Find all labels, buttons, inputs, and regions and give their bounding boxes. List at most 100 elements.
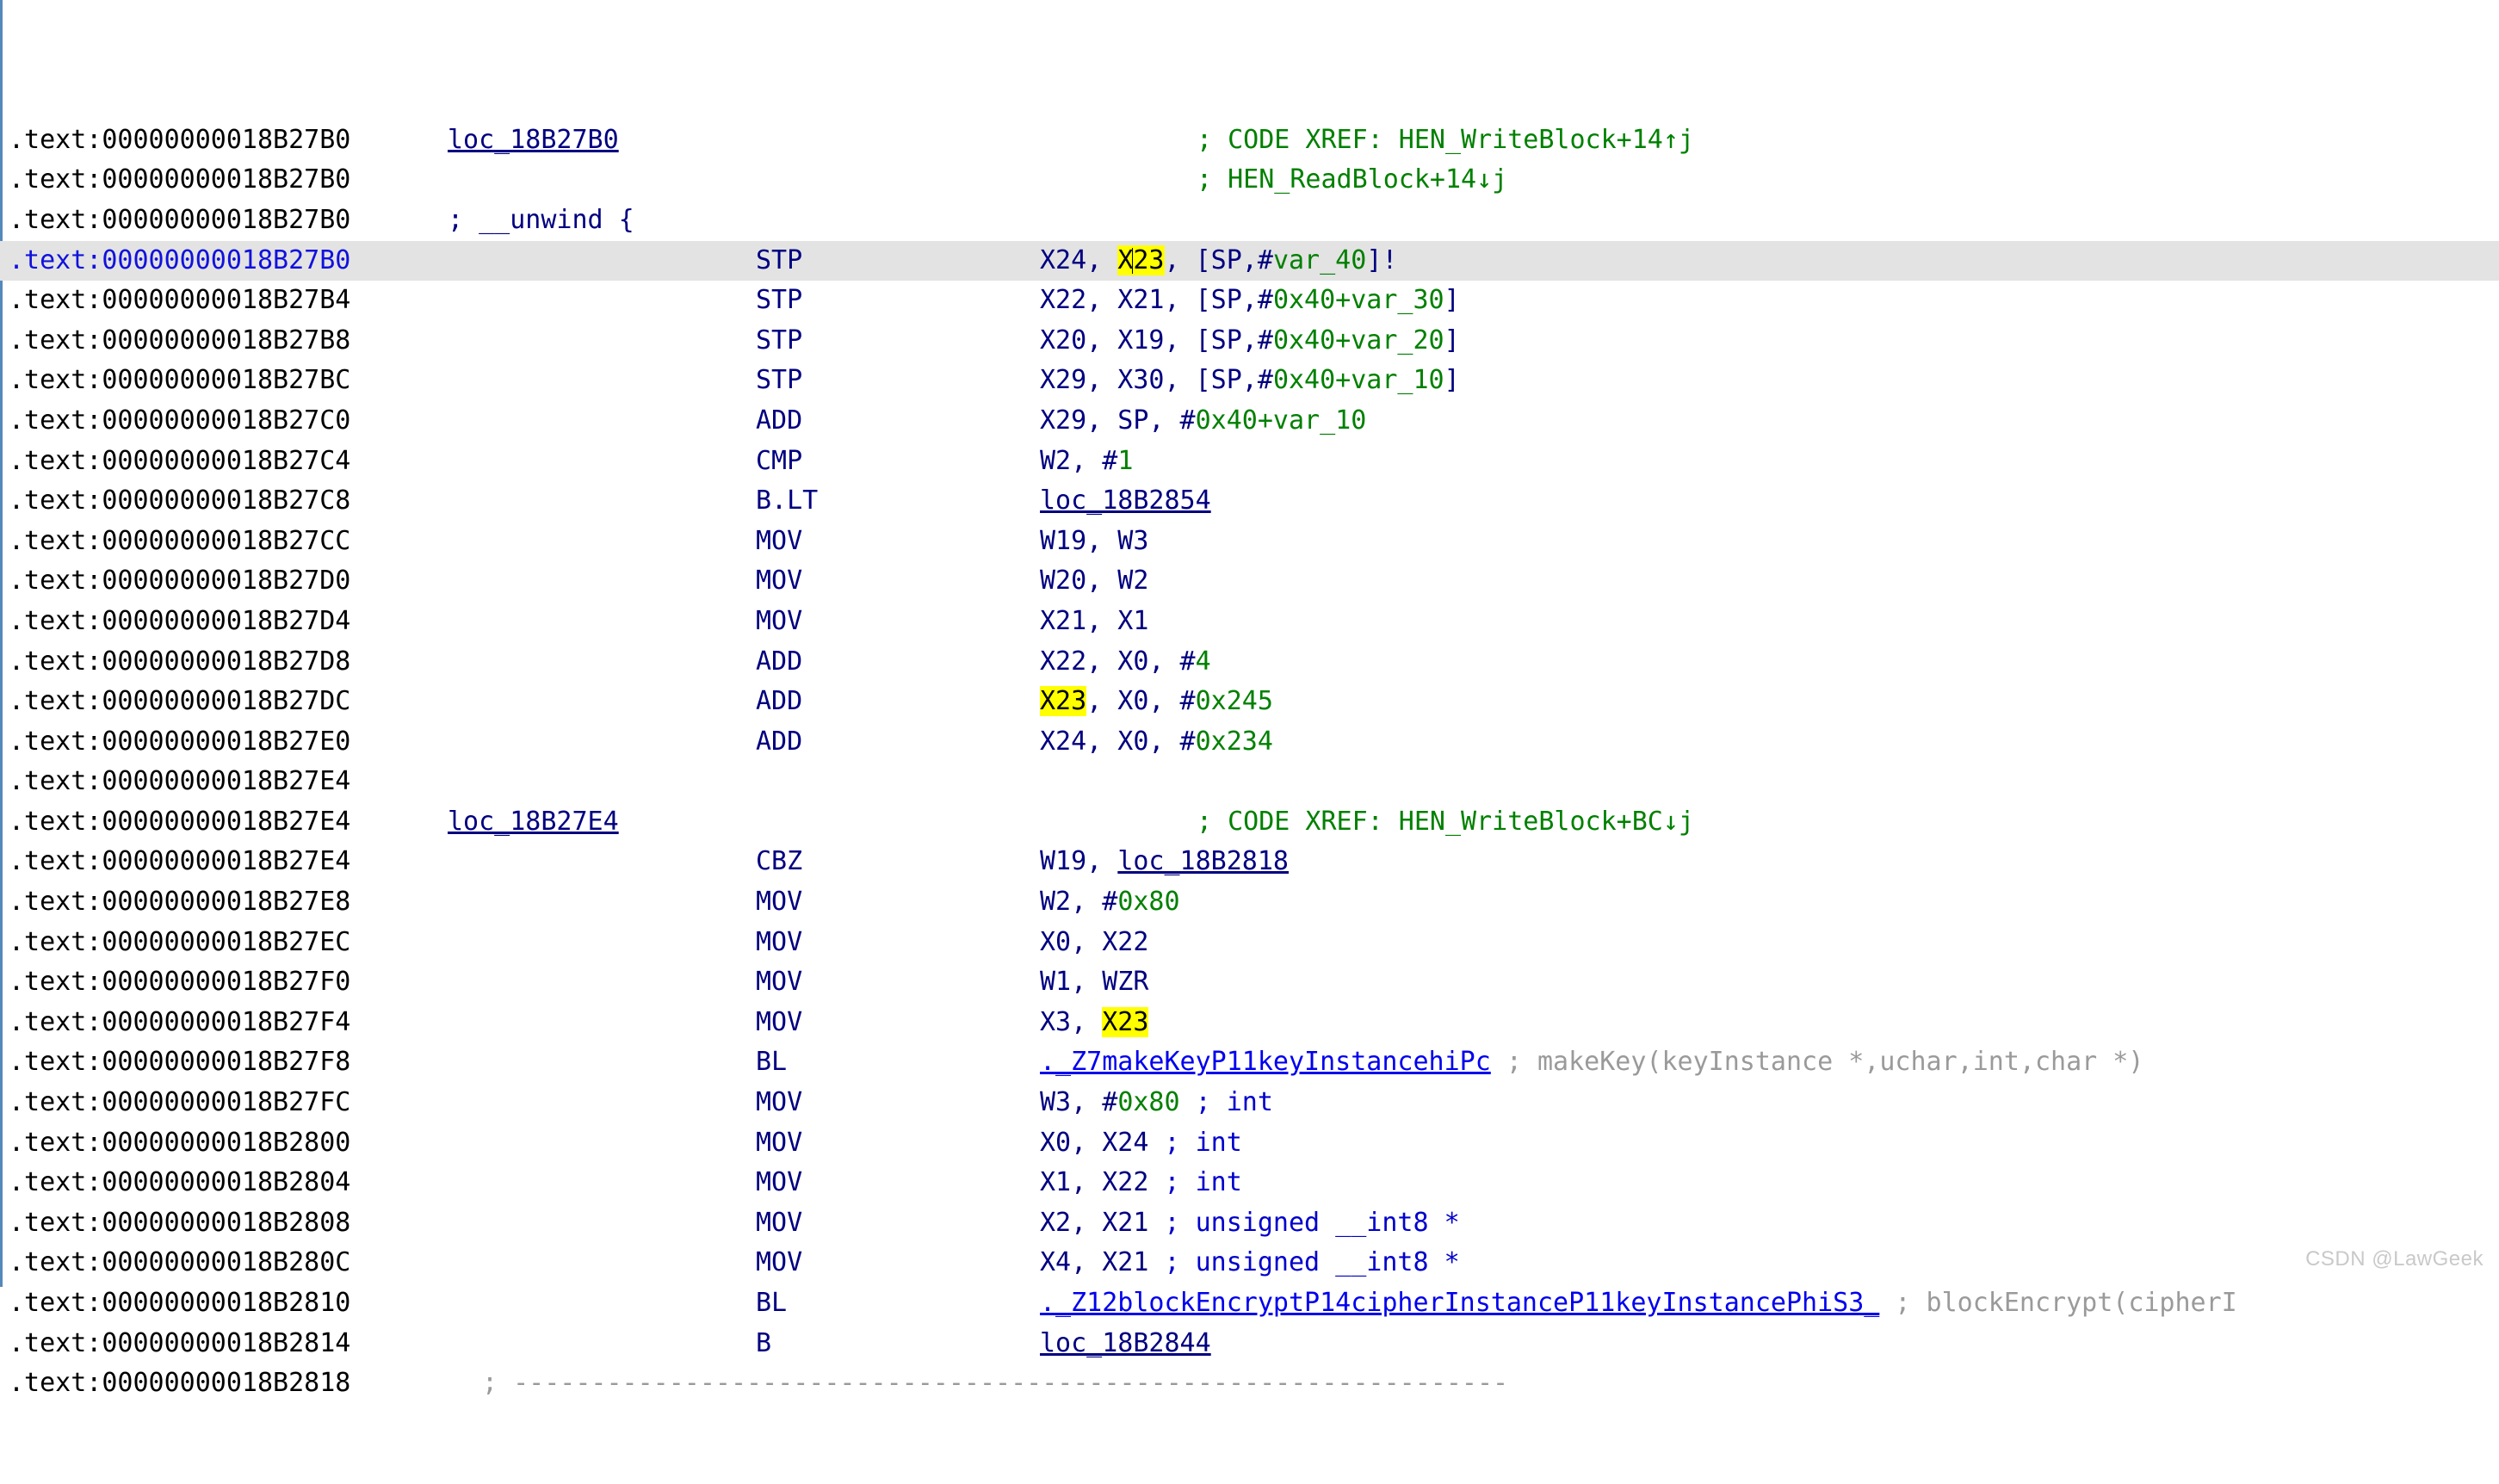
instruction-mnemonic[interactable]: ADD (756, 642, 802, 683)
disasm-line[interactable]: .text:00000000018B27B4 STP X22, X21, [SP,#… (0, 281, 2499, 321)
disasm-line[interactable]: .text:00000000018B27D0MOVW20, W2 (0, 561, 2499, 602)
branch-target-link[interactable]: loc_18B2818 (1117, 846, 1289, 876)
instruction-mnemonic[interactable]: STP (756, 281, 802, 321)
instruction-operands[interactable]: X22, X0, #4 (1040, 642, 1211, 683)
instruction-operands[interactable]: W1, WZR (1040, 962, 1148, 1003)
line-address: .text:00000000018B2804 (9, 1163, 429, 1203)
instruction-mnemonic[interactable]: MOV (756, 522, 802, 562)
instruction-mnemonic[interactable]: MOV (756, 1243, 802, 1283)
instruction-operands[interactable]: X0, X24 ; int (1040, 1123, 1242, 1164)
disasm-line[interactable]: .text:00000000018B27DCADDX23, X0, #0x245 (0, 682, 2499, 722)
disasm-line[interactable]: .text:00000000018B280CMOVX4, X21 ; unsig… (0, 1243, 2499, 1283)
disasm-line[interactable]: .text:00000000018B27E4loc_18B27E4; CODE … (0, 802, 2499, 843)
instruction-operands[interactable]: X1, X22 ; int (1040, 1163, 1242, 1203)
operand-text: W2, # (1040, 887, 1117, 917)
instruction-operands[interactable]: X23, X0, #0x245 (1040, 682, 1273, 722)
disasm-line[interactable]: .text:00000000018B2810BL._Z12blockEncryp… (0, 1283, 2499, 1324)
line-address: .text:00000000018B27B4 (9, 281, 429, 321)
operand-text: X4, X21 (1040, 1247, 1148, 1277)
disasm-line[interactable]: .text:00000000018B2814Bloc_18B2844 (0, 1324, 2499, 1364)
instruction-operands[interactable]: X29, SP, #0x40+var_10 (1040, 401, 1366, 442)
instruction-mnemonic[interactable]: ADD (756, 722, 802, 763)
disasm-line[interactable]: .text:00000000018B2818; ----------------… (0, 1363, 2499, 1404)
instruction-operands[interactable]: X24, X0, #0x234 (1040, 722, 1273, 763)
instruction-operands[interactable]: loc_18B2844 (1040, 1324, 1211, 1364)
instruction-operands[interactable]: W3, #0x80 ; int (1040, 1083, 1273, 1123)
instruction-operands[interactable]: X2, X21 ; unsigned __int8 * (1040, 1203, 1460, 1244)
instruction-mnemonic[interactable]: MOV (756, 1123, 802, 1164)
disasm-line[interactable]: .text:00000000018B27B0; __unwind { (0, 201, 2499, 241)
instruction-operands[interactable]: X22, X21, [SP,#0x40+var_30] (1040, 281, 1460, 321)
symbol-link[interactable]: ._Z7makeKeyP11keyInstancehiPc (1040, 1047, 1491, 1077)
disasm-line[interactable]: .text:00000000018B27F0MOVW1, WZR (0, 962, 2499, 1003)
code-label[interactable]: loc_18B27E4 (448, 802, 619, 843)
disasm-line[interactable]: .text:00000000018B27E4CBZW19, loc_18B281… (0, 842, 2499, 882)
instruction-mnemonic[interactable]: MOV (756, 1083, 802, 1123)
disasm-line[interactable]: .text:00000000018B27FCMOVW3, #0x80 ; int (0, 1083, 2499, 1123)
disassembly-view[interactable]: .text:00000000018B27B0loc_18B27B0; CODE … (0, 0, 2499, 1287)
disasm-line[interactable]: .text:00000000018B27E0ADDX24, X0, #0x234 (0, 722, 2499, 763)
branch-target-link[interactable]: loc_18B2854 (1040, 485, 1211, 516)
instruction-mnemonic[interactable]: STP (756, 361, 802, 401)
instruction-mnemonic[interactable]: MOV (756, 962, 802, 1003)
disasm-line[interactable]: .text:00000000018B27F8BL._Z7makeKeyP11ke… (0, 1042, 2499, 1083)
disasm-line[interactable]: .text:00000000018B2800MOVX0, X24 ; int (0, 1123, 2499, 1164)
line-address: .text:00000000018B27F4 (9, 1003, 429, 1043)
line-address: .text:00000000018B27B0 (9, 121, 429, 161)
disasm-line[interactable]: .text:00000000018B27F4 MOV X3, X23 (0, 1003, 2499, 1043)
instruction-operands[interactable]: X0, X22 (1040, 923, 1148, 963)
disasm-line[interactable]: .text:00000000018B27B0loc_18B27B0; CODE … (0, 121, 2499, 161)
instruction-operands[interactable]: X3, X23 (1040, 1003, 1148, 1043)
instruction-operands[interactable]: X4, X21 ; unsigned __int8 * (1040, 1243, 1460, 1283)
instruction-mnemonic[interactable]: MOV (756, 561, 802, 602)
instruction-mnemonic[interactable]: MOV (756, 602, 802, 642)
disasm-line[interactable]: .text:00000000018B27D4MOVX21, X1 (0, 602, 2499, 642)
disasm-line[interactable]: .text:00000000018B27C0ADDX29, SP, #0x40+… (0, 401, 2499, 442)
instruction-operands[interactable]: ._Z12blockEncryptP14cipherInstanceP11key… (1040, 1283, 2237, 1324)
instruction-mnemonic[interactable]: CBZ (756, 842, 802, 882)
instruction-operands[interactable]: W19, loc_18B2818 (1040, 842, 1289, 882)
instruction-operands[interactable]: X21, X1 (1040, 602, 1148, 642)
disasm-line[interactable]: .text:00000000018B27C8B.LTloc_18B2854 (0, 481, 2499, 522)
symbol-link[interactable]: ._Z12blockEncryptP14cipherInstanceP11key… (1040, 1288, 1879, 1318)
disasm-line-current[interactable]: .text:00000000018B27B0STPX24, X23, [SP,#… (0, 241, 2499, 281)
instruction-operands[interactable]: W2, #1 (1040, 442, 1133, 482)
disasm-line[interactable]: .text:00000000018B27BCSTPX29, X30, [SP,#… (0, 361, 2499, 401)
disasm-line[interactable]: .text:00000000018B27E8MOVW2, #0x80 (0, 882, 2499, 923)
instruction-operands[interactable]: loc_18B2854 (1040, 481, 1211, 522)
instruction-mnemonic[interactable]: STP (756, 241, 802, 281)
disasm-line[interactable]: .text:00000000018B27D8ADDX22, X0, #4 (0, 642, 2499, 683)
instruction-mnemonic[interactable]: B.LT (756, 481, 818, 522)
instruction-mnemonic[interactable]: MOV (756, 1003, 802, 1043)
disasm-line[interactable]: .text:00000000018B2804 MOV X1, X22 ; int (0, 1163, 2499, 1203)
immediate-value: 0x80 (1117, 1087, 1179, 1117)
instruction-operands[interactable]: W20, W2 (1040, 561, 1148, 602)
instruction-mnemonic[interactable]: MOV (756, 1163, 802, 1203)
code-label[interactable]: loc_18B27B0 (448, 121, 619, 161)
branch-target-link[interactable]: loc_18B2844 (1040, 1328, 1211, 1358)
instruction-operands[interactable]: X20, X19, [SP,#0x40+var_20] (1040, 321, 1460, 362)
disasm-line[interactable]: .text:00000000018B27CCMOVW19, W3 (0, 522, 2499, 562)
instruction-mnemonic[interactable]: ADD (756, 401, 802, 442)
instruction-mnemonic[interactable]: MOV (756, 1203, 802, 1244)
disasm-line[interactable]: .text:00000000018B2808MOVX2, X21 ; unsig… (0, 1203, 2499, 1244)
instruction-operands[interactable]: W2, #0x80 (1040, 882, 1180, 923)
instruction-mnemonic[interactable]: STP (756, 321, 802, 362)
instruction-mnemonic[interactable]: MOV (756, 923, 802, 963)
instruction-operands[interactable]: W19, W3 (1040, 522, 1148, 562)
instruction-operands[interactable]: X24, X23, [SP,#var_40]! (1040, 241, 1397, 281)
disasm-line[interactable]: .text:00000000018B27C4CMPW2, #1 (0, 442, 2499, 482)
disasm-line[interactable]: .text:00000000018B27E4 (0, 762, 2499, 802)
disasm-line[interactable]: .text:00000000018B27B0; HEN_ReadBlock+14… (0, 160, 2499, 201)
instruction-operands[interactable]: ._Z7makeKeyP11keyInstancehiPc ; makeKey(… (1040, 1042, 2143, 1083)
instruction-mnemonic[interactable]: B (756, 1324, 771, 1364)
disasm-line[interactable]: .text:00000000018B27ECMOVX0, X22 (0, 923, 2499, 963)
operand-text: ] (1444, 285, 1460, 315)
instruction-mnemonic[interactable]: BL (756, 1283, 787, 1324)
disasm-line[interactable]: .text:00000000018B27B8STPX20, X19, [SP,#… (0, 321, 2499, 362)
instruction-mnemonic[interactable]: CMP (756, 442, 802, 482)
instruction-mnemonic[interactable]: ADD (756, 682, 802, 722)
instruction-mnemonic[interactable]: MOV (756, 882, 802, 923)
instruction-operands[interactable]: X29, X30, [SP,#0x40+var_10] (1040, 361, 1460, 401)
instruction-mnemonic[interactable]: BL (756, 1042, 787, 1083)
